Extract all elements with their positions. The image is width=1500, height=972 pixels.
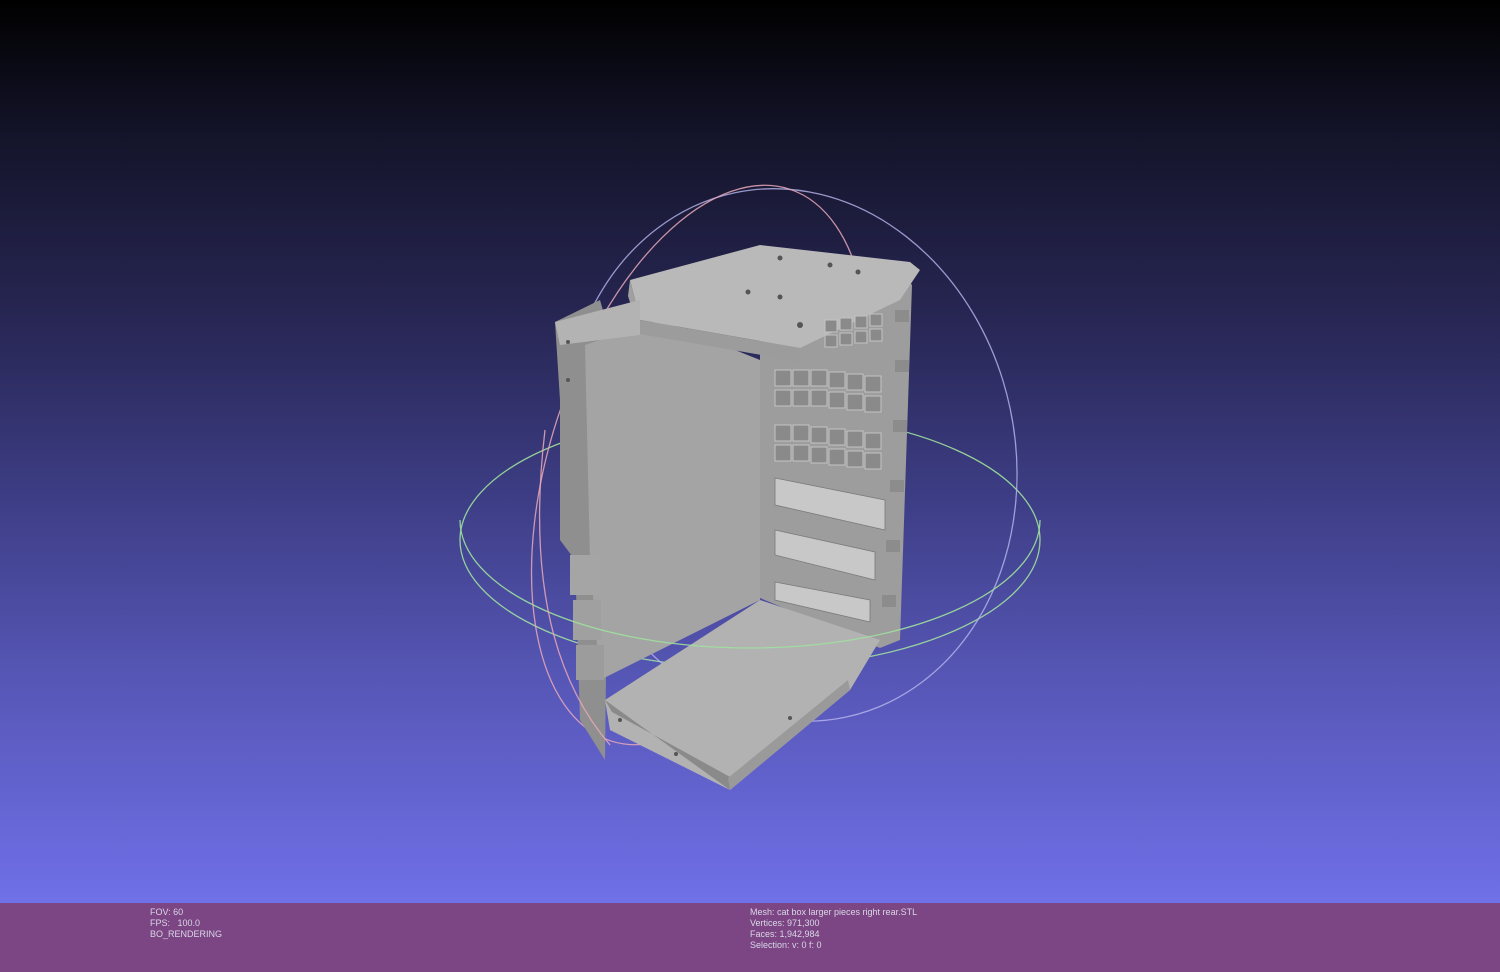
fov-readout: FOV: 60 bbox=[150, 907, 184, 917]
render-mode: BO_RENDERING bbox=[150, 929, 223, 939]
status-bar: FOV: 60 FPS: 100.0 BO_RENDERING Mesh: ca… bbox=[0, 903, 1500, 972]
selection-info: Selection: v: 0 f: 0 bbox=[750, 940, 822, 950]
render-info: FOV: 60 FPS: 100.0 BO_RENDERING bbox=[150, 907, 222, 940]
3d-viewport[interactable] bbox=[0, 0, 1500, 903]
mesh-model[interactable] bbox=[555, 245, 920, 790]
fps-readout: FPS: 100.0 bbox=[150, 918, 201, 928]
vertex-count: Vertices: 971,300 bbox=[750, 918, 820, 928]
scene-canvas[interactable] bbox=[0, 0, 1500, 903]
mesh-info: Mesh: cat box larger pieces right rear.S… bbox=[750, 907, 917, 951]
face-count: Faces: 1,942,984 bbox=[750, 929, 820, 939]
mesh-name: Mesh: cat box larger pieces right rear.S… bbox=[750, 907, 918, 917]
